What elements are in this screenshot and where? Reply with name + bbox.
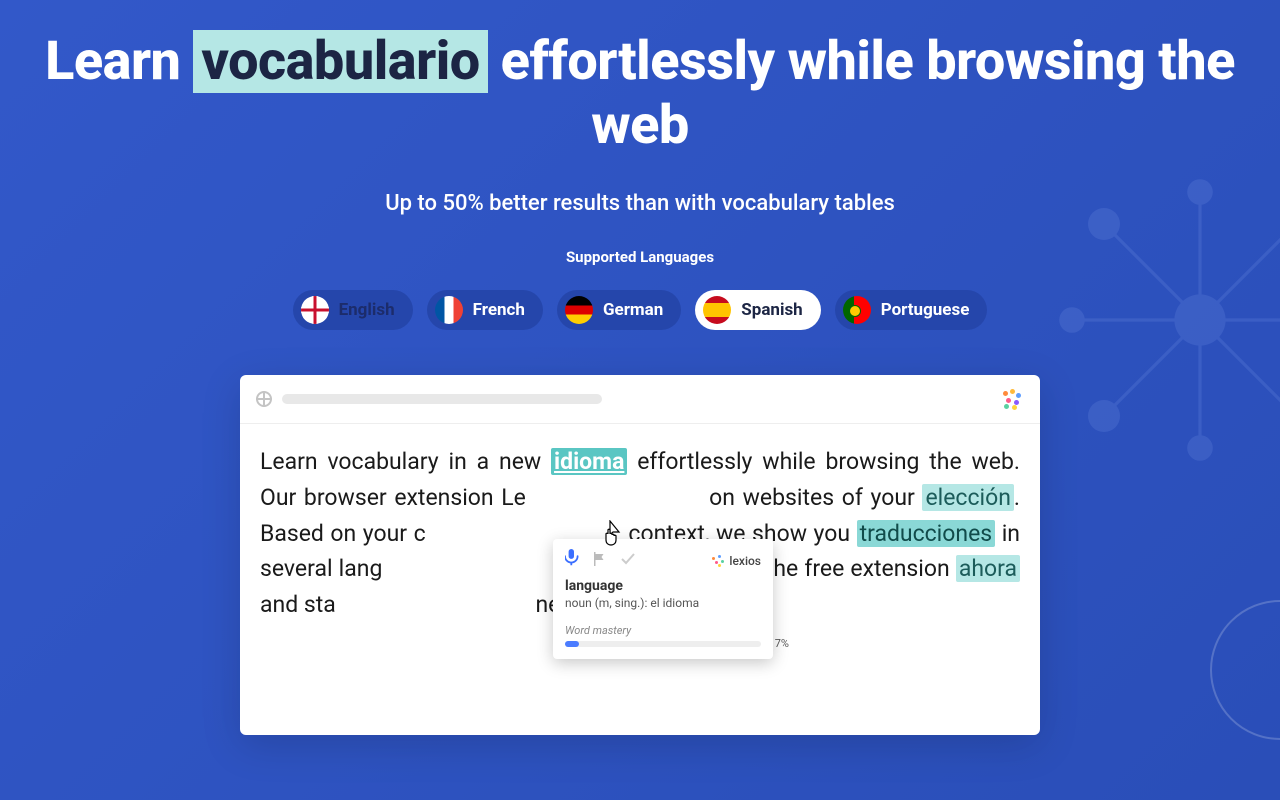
page-subhead: Up to 50% better results than with vocab… xyxy=(0,191,1280,216)
tooltip-brand: lexios xyxy=(711,554,761,568)
language-pill-german[interactable]: German xyxy=(557,290,681,330)
language-label: English xyxy=(339,300,395,320)
headline-highlight: vocabulario xyxy=(193,30,487,93)
mastery-bar: 7% xyxy=(565,641,761,647)
word-tooltip: lexios language noun (m, sing.): el idio… xyxy=(553,539,773,659)
language-label: German xyxy=(603,300,663,320)
highlighted-word[interactable]: idioma xyxy=(551,448,627,475)
browser-address-bar xyxy=(240,375,1040,424)
brand-label: lexios xyxy=(729,554,761,568)
language-pill-english[interactable]: English xyxy=(293,290,413,330)
es-flag-icon xyxy=(703,296,731,324)
supported-languages-label: Supported Languages xyxy=(0,248,1280,266)
fr-flag-icon xyxy=(435,296,463,324)
bubble-decoration xyxy=(1210,600,1280,740)
headline-post: effortlessly while browsing the web xyxy=(488,30,1235,157)
tooltip-definition: noun (m, sing.): el idioma xyxy=(565,596,761,610)
language-label: Portuguese xyxy=(881,300,970,320)
check-icon[interactable] xyxy=(621,552,635,570)
globe-icon xyxy=(256,391,272,407)
language-label: Spanish xyxy=(741,300,802,320)
language-pill-french[interactable]: French xyxy=(427,290,543,330)
language-label: French xyxy=(473,300,525,320)
pt-flag-icon xyxy=(843,296,871,324)
demo-text-part: ney. xyxy=(336,591,576,618)
demo-text-part: on websites of your xyxy=(526,484,923,511)
headline-pre: Learn xyxy=(45,30,193,93)
highlighted-word[interactable]: ahora xyxy=(956,555,1020,582)
page-headline: Learn vocabulario effortlessly while bro… xyxy=(0,0,1280,157)
highlighted-word[interactable]: elección xyxy=(922,484,1013,511)
flag-icon[interactable] xyxy=(593,552,607,570)
url-placeholder xyxy=(282,394,602,404)
uk-flag-icon xyxy=(301,296,329,324)
language-pill-spanish[interactable]: Spanish xyxy=(695,290,820,330)
audio-icon[interactable] xyxy=(565,549,579,572)
brand-icon xyxy=(711,554,725,568)
tooltip-word: language xyxy=(565,578,761,594)
language-pill-portuguese[interactable]: Portuguese xyxy=(835,290,988,330)
mastery-fill xyxy=(565,641,579,647)
highlighted-word[interactable]: traducciones xyxy=(857,520,996,547)
demo-text-part: Learn vocabulary in a new xyxy=(260,448,551,475)
tooltip-header: lexios xyxy=(565,549,761,572)
mastery-percent: 7% xyxy=(775,637,789,650)
extension-icon[interactable] xyxy=(1000,387,1024,411)
de-flag-icon xyxy=(565,296,593,324)
language-selector: English French German Spanish Portuguese xyxy=(0,290,1280,330)
mastery-label: Word mastery xyxy=(565,624,761,637)
